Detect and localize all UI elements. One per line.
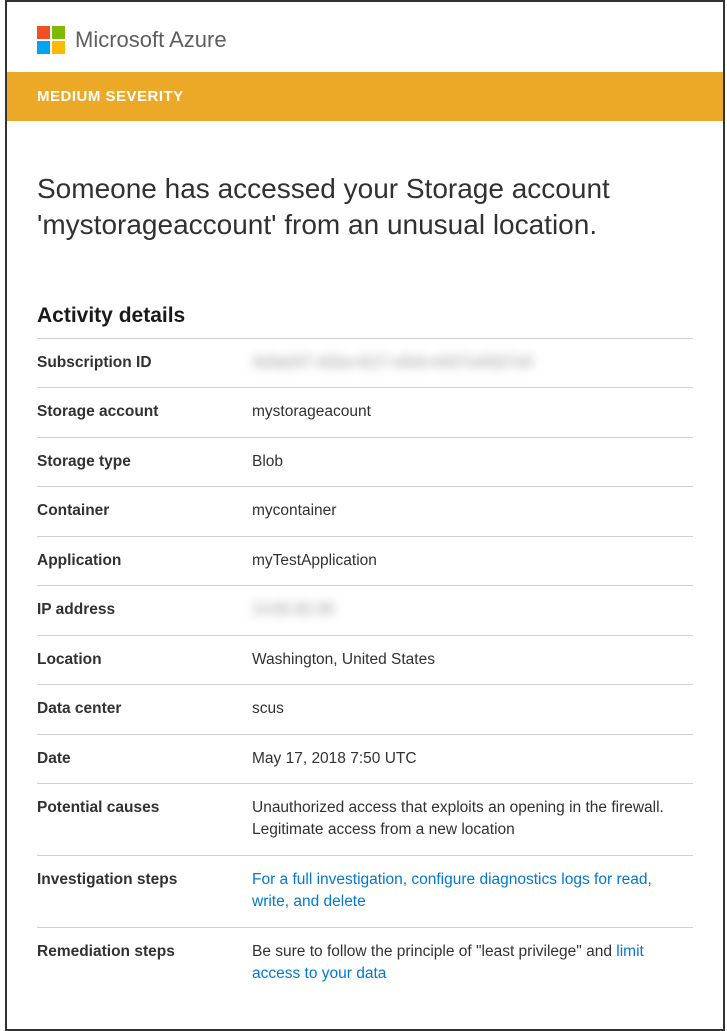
label-date: Date [37,734,252,783]
activity-details-table: Subscription ID 3x0a247-x52a-4117-x0x0-x… [37,338,693,999]
value-date: May 17, 2018 7:50 UTC [252,734,693,783]
alert-content: Someone has accessed your Storage accoun… [7,121,723,1029]
row-subscription-id: Subscription ID 3x0a247-x52a-4117-x0x0-x… [37,338,693,387]
row-location: Location Washington, United States [37,635,693,684]
label-storage-type: Storage type [37,437,252,486]
row-application: Application myTestApplication [37,536,693,585]
value-storage-type: Blob [252,437,693,486]
row-storage-account: Storage account mystorageacount [37,388,693,437]
label-data-center: Data center [37,685,252,734]
label-ip-address: IP address [37,586,252,635]
label-investigation-steps: Investigation steps [37,855,252,927]
label-potential-causes: Potential causes [37,784,252,856]
row-date: Date May 17, 2018 7:50 UTC [37,734,693,783]
row-potential-causes: Potential causes Unauthorized access tha… [37,784,693,856]
value-subscription-id: 3x0a247-x52a-4117-x0x0-x0371x0327x0 [252,354,533,371]
microsoft-logo-icon [37,26,65,54]
value-location: Washington, United States [252,635,693,684]
label-storage-account: Storage account [37,388,252,437]
label-application: Application [37,536,252,585]
alert-title: Someone has accessed your Storage accoun… [37,171,693,244]
remediation-prefix: Be sure to follow the principle of "leas… [252,943,616,960]
activity-details-heading: Activity details [37,304,693,338]
brand-header: Microsoft Azure [7,2,723,72]
value-container: mycontainer [252,487,693,536]
label-remediation-steps: Remediation steps [37,927,252,998]
alert-card: Microsoft Azure MEDIUM SEVERITY Someone … [5,0,725,1031]
row-storage-type: Storage type Blob [37,437,693,486]
brand-name: Microsoft Azure [75,27,227,53]
value-potential-causes: Unauthorized access that exploits an ope… [252,784,693,856]
value-ip-address: 13.82.82.30 [252,601,334,618]
value-application: myTestApplication [252,536,693,585]
row-data-center: Data center scus [37,685,693,734]
row-investigation-steps: Investigation steps For a full investiga… [37,855,693,927]
row-ip-address: IP address 13.82.82.30 [37,586,693,635]
label-container: Container [37,487,252,536]
severity-banner: MEDIUM SEVERITY [7,72,723,121]
label-subscription-id: Subscription ID [37,338,252,387]
value-investigation-steps: For a full investigation, configure diag… [252,855,693,927]
value-storage-account: mystorageacount [252,388,693,437]
value-remediation-steps: Be sure to follow the principle of "leas… [252,927,693,998]
value-data-center: scus [252,685,693,734]
row-container: Container mycontainer [37,487,693,536]
label-location: Location [37,635,252,684]
investigation-steps-link[interactable]: For a full investigation, configure diag… [252,871,652,910]
row-remediation-steps: Remediation steps Be sure to follow the … [37,927,693,998]
